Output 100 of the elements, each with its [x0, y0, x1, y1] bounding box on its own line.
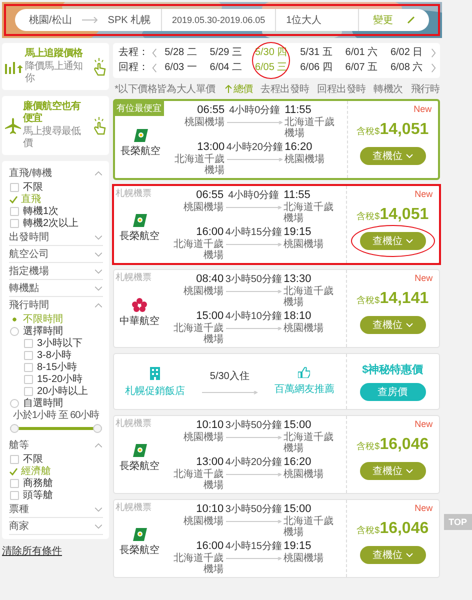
option-label[interactable]: 15-20小時	[37, 372, 83, 386]
option-label[interactable]: 選擇時間	[23, 324, 63, 338]
filter-heading[interactable]: 商家	[9, 519, 29, 533]
sort-option[interactable]: 轉機次	[374, 82, 403, 96]
radio-button[interactable]	[10, 398, 19, 408]
departure-airport: 北海道千歲機場	[172, 469, 224, 491]
checkbox[interactable]	[10, 454, 19, 464]
duration-text: 4小時20分鐘	[225, 141, 284, 154]
arrival-time: 16:20	[284, 456, 312, 468]
option-label[interactable]: 8-15小時	[37, 360, 78, 374]
arrival-airport: 北海道千歲機場	[284, 432, 335, 454]
price: 16,046	[380, 436, 429, 454]
clear-filters-link[interactable]: 清除所有條件	[2, 544, 62, 558]
option-label[interactable]: 3-8小時	[37, 348, 72, 362]
filter-heading[interactable]: 飛行時間	[9, 298, 49, 312]
thumbs-up-icon	[298, 367, 310, 378]
new-label: New	[414, 273, 433, 283]
option-label[interactable]: 不限	[23, 180, 43, 194]
option-label[interactable]: 轉機1次	[23, 204, 59, 218]
sort-option[interactable]: 回程出發時	[317, 82, 366, 96]
route-arrow	[226, 206, 282, 210]
secret-price: $神秘特惠價	[362, 362, 424, 377]
airline-name: 長榮航空	[120, 544, 160, 557]
departure-airport: 桃園機場	[182, 202, 224, 213]
caret-icon	[406, 154, 413, 158]
departure-time: 15:00	[195, 310, 224, 322]
option-label[interactable]: 20小時以上	[37, 384, 88, 398]
date-option[interactable]: 6/01 六 6/07 五	[345, 47, 378, 74]
chevron-icon[interactable]	[94, 506, 103, 512]
departure-airport: 桃園機場	[182, 432, 224, 443]
arrival-airport: 北海道千歲機場	[284, 202, 335, 224]
chevron-icon[interactable]	[94, 268, 103, 274]
option-label[interactable]: 轉機2次以上	[23, 216, 79, 230]
chevron-icon[interactable]	[94, 252, 103, 256]
card-tag: 札幌機票	[114, 500, 154, 515]
check-icon[interactable]	[9, 194, 18, 204]
checkbox[interactable]	[24, 386, 33, 396]
arrival-airport: 桃園機場	[284, 553, 325, 564]
filter-heading[interactable]: 轉機點	[9, 281, 39, 295]
checkbox[interactable]	[10, 182, 19, 192]
departure-time: 13:00	[196, 141, 225, 154]
duration-text: 3小時50分鐘	[224, 273, 283, 286]
filter-heading[interactable]: 出發時間	[9, 230, 49, 244]
airline-name: 長榮航空	[120, 460, 160, 473]
option-label[interactable]: 頭等艙	[23, 488, 53, 502]
duration-text: 4小時0分鐘	[228, 104, 282, 117]
sort-option[interactable]: 去程出發時	[260, 82, 310, 96]
chevron-icon[interactable]	[94, 524, 103, 528]
duration-text: 4小時20分鐘	[224, 456, 283, 469]
price-prefix: 含稅$	[356, 524, 380, 536]
arrival-airport: 桃園機場	[284, 323, 325, 334]
filter-heading[interactable]: 票種	[9, 502, 29, 516]
date-option[interactable]: 6/02 日 6/08 六	[390, 47, 423, 74]
departure-airport: 北海道千歲機場	[174, 154, 225, 176]
chart-icon	[5, 60, 23, 74]
price: 14,141	[380, 290, 429, 308]
checkbox[interactable]	[24, 374, 33, 384]
filter-heading[interactable]: 航空公司	[9, 247, 49, 261]
arrival-airport: 桃園機場	[284, 239, 325, 250]
checkbox[interactable]	[24, 350, 33, 360]
checkbox[interactable]	[10, 206, 19, 216]
checkbox[interactable]	[10, 218, 19, 228]
arrival-airport: 北海道千歲機場	[284, 516, 335, 538]
checkbox[interactable]	[10, 490, 19, 500]
date-option[interactable]: 5/29 三 6/04 二	[210, 47, 242, 74]
chevron-icon[interactable]	[94, 302, 103, 308]
departure-time: 08:40	[195, 273, 224, 286]
checkbox[interactable]	[24, 362, 33, 372]
outbound-label: 去程：	[118, 47, 149, 59]
travelers-text: 1位大人	[286, 14, 322, 27]
check-icon[interactable]	[9, 466, 18, 476]
duration-text: 4小時0分鐘	[227, 189, 280, 202]
sort-option[interactable]: 飛行時	[410, 82, 440, 96]
departure-time: 10:10	[195, 419, 224, 432]
checkbox[interactable]	[10, 478, 19, 488]
arrival-time: 11:55	[284, 104, 312, 116]
chevron-icon[interactable]	[94, 442, 103, 448]
date-option[interactable]: 5/31 五 6/06 四	[300, 47, 332, 74]
checkbox[interactable]	[24, 338, 33, 348]
option-label[interactable]: 3小時以下	[37, 336, 83, 350]
slider-thumb[interactable]	[10, 424, 19, 433]
filter-heading[interactable]: 指定機場	[9, 264, 49, 278]
option-label[interactable]: 不限	[23, 452, 43, 466]
filter-heading[interactable]: 艙等	[9, 438, 29, 452]
chevron-icon[interactable]	[94, 170, 103, 176]
date-option[interactable]: 5/28 二 6/03 一	[164, 47, 197, 74]
chevron-icon[interactable]	[94, 286, 103, 290]
route-arrow	[226, 436, 282, 440]
filter-heading[interactable]: 直飛/轉機	[9, 166, 52, 180]
recommend-text: 百萬網友推薦	[274, 382, 334, 396]
radio-button[interactable]	[10, 326, 19, 336]
chevron-icon[interactable]	[94, 234, 103, 240]
option-label[interactable]: 商務艙	[23, 476, 53, 490]
departure-airport: 北海道千歲機場	[172, 553, 224, 575]
option-label[interactable]: 自選時間	[23, 396, 63, 410]
arrival-time: 15:00	[284, 503, 312, 516]
range-slider[interactable]	[10, 424, 102, 433]
slider-thumb[interactable]	[92, 424, 102, 433]
destination-text: SPK 札幌	[108, 14, 151, 27]
arrival-time: 13:30	[284, 273, 312, 286]
